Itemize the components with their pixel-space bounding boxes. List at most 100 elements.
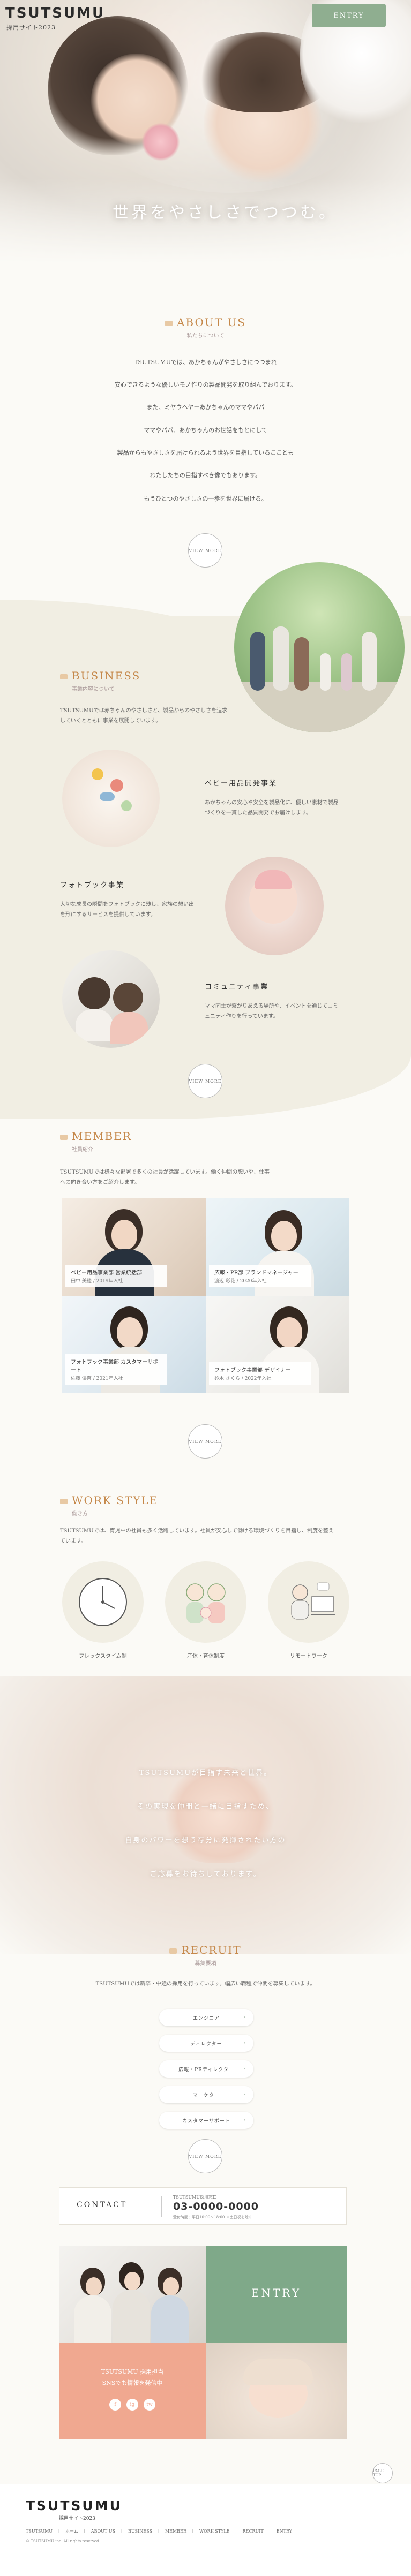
family-icon	[186, 1583, 226, 1623]
arrow-right-icon: ›	[243, 2092, 246, 2097]
recruit-title-ja: 募集要項	[195, 1961, 216, 1967]
member-title: MEMBER 社員紹介	[60, 1130, 132, 1153]
recruit-title: RECRUIT 募集要項	[0, 1944, 411, 1967]
recruit-more-button[interactable]: VIEW MORE	[188, 2139, 222, 2173]
baby-photobook-photo	[225, 857, 324, 955]
arrow-right-icon: ›	[243, 2118, 246, 2123]
about-title: ABOUT US 私たちについて	[0, 316, 411, 339]
about-paragraph: わたしたちの目指すべき像でもあります。	[150, 471, 261, 479]
recruit-button[interactable]: ディレクター ›	[159, 2035, 253, 2052]
work-intro: TSUTSUMUでは、育児中の社員も多く活躍しています。社員が安心して働ける環境…	[60, 1528, 334, 1544]
entry-button[interactable]: ENTRY	[312, 4, 386, 27]
member-intro: TSUTSUMUでは様々な部署で多くの社員が活躍しています。働く仲間の想いや、仕…	[60, 1169, 270, 1185]
recruit-button-label: マーケター	[192, 2092, 220, 2098]
arrow-right-icon: ›	[243, 2066, 246, 2072]
site-logo[interactable]: TSUTSUMU	[5, 5, 105, 21]
instagram-icon[interactable]: ig	[126, 2399, 138, 2411]
member-card[interactable]: フォトブック事業部 デザイナー 鈴木 さくら / 2022年入社	[206, 1296, 349, 1393]
contact-hours: 受付時間：平日10:00〜18:00 ※土日祝を除く	[173, 2215, 252, 2219]
business-title: BUSINESS 事業内容について	[60, 669, 140, 692]
recruit-button-label: ディレクター	[190, 2041, 222, 2047]
sns-text: TSUTSUMU 採用担当 SNSでも情報を発信中	[59, 2367, 206, 2389]
member-dept: フォトブック事業部 カスタマーサポート	[71, 1359, 158, 1373]
arrow-right-icon: ›	[243, 2015, 246, 2020]
member-dept: 広報・PR部 ブランドマネージャー	[214, 1270, 298, 1276]
recruit-button-label: カスタマーサポート	[182, 2118, 230, 2124]
about-text: TSUTSUMUでは、あかちゃんがやさしさにつつまれ 安心できるような優しいモノ…	[75, 356, 336, 515]
contact-box[interactable]: CONTACT TSUTSUMU採用窓口 03-0000-0000 受付時間：平…	[59, 2187, 347, 2225]
work-label: 産休・育休制度	[187, 1653, 225, 1659]
business-title-en: BUSINESS	[72, 669, 141, 682]
site-subtitle: 採用サイト2023	[6, 24, 56, 31]
hero-image	[0, 0, 411, 264]
remote-work-icon	[291, 1582, 335, 1620]
team-photo	[59, 2246, 206, 2343]
sns-text-line: SNSでも情報を発信中	[102, 2379, 163, 2386]
footer-copyright: © TSUTSUMU inc. All rights reserved.	[26, 2539, 100, 2543]
about-title-ja: 私たちについて	[186, 333, 225, 339]
family-park-photo	[234, 562, 405, 732]
business-item-text: ママ同士が繋がりあえる場所や、イベントを通じてコミュニティ作りを行っています。	[205, 1003, 339, 1019]
message-line: その実現を仲間と一緒に目指すため、	[137, 1803, 274, 1811]
twitter-icon[interactable]: tw	[144, 2399, 155, 2411]
contact-label: CONTACT	[77, 2201, 128, 2209]
footer-logo[interactable]: TSUTSUMU	[26, 2498, 122, 2513]
recruit-button[interactable]: エンジニア ›	[159, 2009, 253, 2026]
title-mark-icon	[60, 1498, 68, 1504]
member-card[interactable]: ベビー用品事業部 営業統括部 田中 美穂 / 2019年入社	[62, 1198, 206, 1296]
member-card[interactable]: フォトブック事業部 カスタマーサポート佐藤 優奈 / 2021年入社	[62, 1296, 206, 1393]
recruit-button-label: エンジニア	[192, 2015, 220, 2021]
flower-crown	[142, 123, 180, 161]
contact-sub: TSUTSUMU採用窓口	[173, 2195, 218, 2200]
business-intro: TSUTSUMUでは赤ちゃんのやさしさと、製品からのやさしさを追求していくととも…	[60, 708, 228, 724]
work-circle	[165, 1561, 246, 1643]
about-more-button[interactable]: VIEW MORE	[188, 533, 222, 568]
business-item-head: フォトブック事業	[60, 881, 125, 889]
footer-subtitle: 採用サイト2023	[59, 2516, 95, 2521]
recruit-button[interactable]: 広報・PRディレクター ›	[159, 2060, 253, 2078]
recruit-intro: TSUTSUMUでは新卒・中途の採用を行っています。幅広い職種で仲間を募集してい…	[95, 1981, 316, 1987]
about-paragraph: ママやパパ、あかちゃんのお世話をもとにして	[144, 426, 267, 434]
business-item-head: ベビー用品開発事業	[205, 780, 278, 788]
about-title-en: ABOUT US	[176, 316, 246, 329]
arrow-right-icon: ›	[243, 2041, 246, 2046]
message-line: 自身のパワーを想う存分に発揮されたい方の	[125, 1837, 286, 1845]
sns-text-line: TSUTSUMU 採用担当	[101, 2368, 164, 2375]
member-dept: ベビー用品事業部 営業統括部	[71, 1270, 143, 1276]
page-top-button[interactable]: PAGE TOP	[372, 2463, 393, 2483]
member-card[interactable]: 広報・PR部 ブランドマネージャー 渡辺 彩花 / 2020年入社	[206, 1198, 349, 1296]
about-paragraph: 安心できるような優しいモノ作りの製品開発を取り組んでおります。	[114, 381, 297, 389]
business-more-button[interactable]: VIEW MORE	[188, 1064, 222, 1098]
baby-photo	[206, 2343, 347, 2439]
message-line: ご応募をお待ちしております。	[150, 1870, 261, 1878]
business-item-text: あかちゃんの安心や安全を製品化に、優しい素材で製品づくりを一貫した品質開発でお届…	[205, 800, 339, 816]
hero-copy: 世界をやさしさでつつむ。	[113, 203, 338, 222]
member-more-button[interactable]: VIEW MORE	[188, 1424, 222, 1459]
baby-goods-photo	[62, 750, 160, 847]
footer-links[interactable]: TSUTSUMU ｜ ホーム ｜ ABOUT US ｜ BUSINESS ｜ M…	[26, 2528, 292, 2534]
business-title-ja: 事業内容について	[72, 686, 115, 692]
sns-block	[59, 2343, 206, 2439]
recruit-button[interactable]: マーケター ›	[159, 2086, 253, 2103]
about-paragraph: 製品からもやさしさを届けられるよう世界を目指しているこことも	[117, 449, 294, 456]
recruit-title-en: RECRUIT	[181, 1944, 242, 1956]
member-name: 田中 美穂 / 2019年入社	[71, 1279, 123, 1284]
title-mark-icon	[60, 1134, 68, 1140]
message-line: TSUTSUMUが目指す未来と世界。	[139, 1769, 272, 1777]
facebook-icon[interactable]: f	[109, 2399, 121, 2411]
community-photo	[62, 950, 160, 1048]
recruit-button[interactable]: カスタマーサポート ›	[159, 2112, 253, 2129]
contact-phone[interactable]: 03-0000-0000	[173, 2201, 259, 2212]
work-label: フレックスタイム制	[79, 1653, 127, 1659]
work-circle	[62, 1561, 144, 1643]
title-mark-icon	[169, 1948, 177, 1954]
entry-block-label[interactable]: ENTRY	[206, 2286, 347, 2299]
member-title-ja: 社員紹介	[72, 1147, 93, 1153]
message-text: TSUTSUMUが目指す未来と世界。 その実現を仲間と一緒に目指すため、 自身の…	[0, 1767, 411, 1902]
member-name: 渡辺 彩花 / 2020年入社	[214, 1279, 267, 1284]
work-circle	[268, 1561, 349, 1643]
divider	[161, 2196, 162, 2217]
member-name: 佐藤 優奈 / 2021年入社	[71, 1376, 123, 1381]
title-mark-icon	[60, 674, 68, 679]
member-dept: フォトブック事業部 デザイナー	[214, 1368, 291, 1373]
